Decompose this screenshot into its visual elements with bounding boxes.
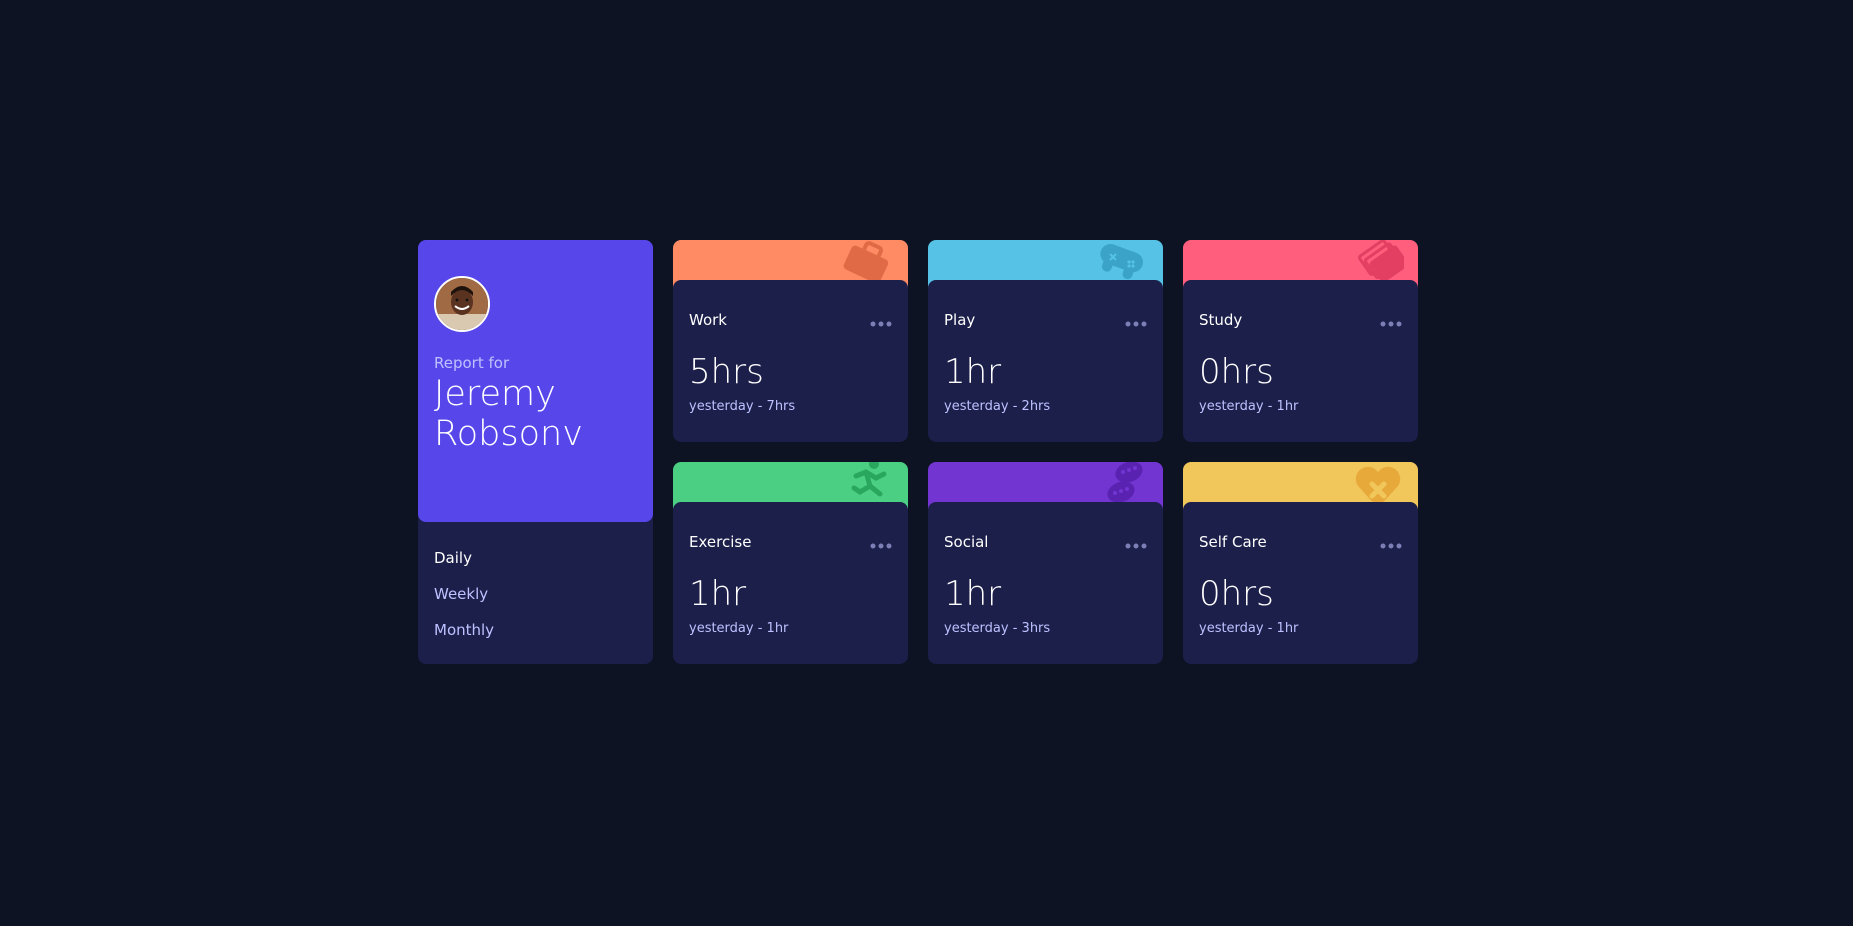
- card-body: Work 5hrs yesterday - 7hrs: [673, 280, 908, 442]
- activity-card-work: Work 5hrs yesterday - 7hrs: [673, 240, 908, 442]
- profile-header: Report for Jeremy Robsonv: [418, 240, 653, 522]
- card-body: Exercise 1hr yesterday - 1hr: [673, 502, 908, 664]
- previous-hours: yesterday - 1hr: [1199, 621, 1299, 636]
- activity-card-study: Study 0hrs yesterday - 1hr: [1183, 240, 1418, 442]
- activity-card-social: Social 1hr yesterday - 3hrs: [928, 462, 1163, 664]
- current-hours: 1hr: [944, 574, 1002, 614]
- timeframe-weekly[interactable]: Weekly: [434, 576, 494, 612]
- ellipsis-menu-icon[interactable]: [870, 312, 894, 327]
- activity-card-play: Play 1hr yesterday - 2hrs: [928, 240, 1163, 442]
- current-hours: 1hr: [944, 352, 1002, 392]
- ellipsis-menu-icon[interactable]: [870, 534, 894, 549]
- avatar: [434, 276, 490, 332]
- activity-card-self-care: Self Care 0hrs yesterday - 1hr: [1183, 462, 1418, 664]
- card-body: Play 1hr yesterday - 2hrs: [928, 280, 1163, 442]
- ellipsis-menu-icon[interactable]: [1125, 312, 1149, 327]
- activity-title: Work: [689, 311, 727, 329]
- card-body: Study 0hrs yesterday - 1hr: [1183, 280, 1418, 442]
- current-hours: 5hrs: [689, 352, 764, 392]
- activity-title: Self Care: [1199, 533, 1267, 551]
- timeframe-daily[interactable]: Daily: [434, 540, 494, 576]
- profile-card: Report for Jeremy Robsonv Daily Weekly M…: [418, 240, 653, 664]
- timeframe-selector: Daily Weekly Monthly: [434, 540, 494, 648]
- activity-card-exercise: Exercise 1hr yesterday - 1hr: [673, 462, 908, 664]
- ellipsis-menu-icon[interactable]: [1380, 534, 1404, 549]
- activity-title: Play: [944, 311, 976, 329]
- report-for-label: Report for: [434, 354, 510, 372]
- activity-title: Social: [944, 533, 989, 551]
- user-name: Jeremy Robsonv: [434, 374, 583, 454]
- card-body: Social 1hr yesterday - 3hrs: [928, 502, 1163, 664]
- previous-hours: yesterday - 3hrs: [944, 621, 1051, 636]
- previous-hours: yesterday - 1hr: [1199, 399, 1299, 414]
- current-hours: 0hrs: [1199, 574, 1274, 614]
- ellipsis-menu-icon[interactable]: [1125, 534, 1149, 549]
- activity-title: Exercise: [689, 533, 752, 551]
- timeframe-monthly[interactable]: Monthly: [434, 612, 494, 648]
- current-hours: 0hrs: [1199, 352, 1274, 392]
- time-tracking-dashboard: Report for Jeremy Robsonv Daily Weekly M…: [418, 240, 1418, 664]
- previous-hours: yesterday - 7hrs: [689, 399, 796, 414]
- card-body: Self Care 0hrs yesterday - 1hr: [1183, 502, 1418, 664]
- current-hours: 1hr: [689, 574, 747, 614]
- previous-hours: yesterday - 1hr: [689, 621, 789, 636]
- ellipsis-menu-icon[interactable]: [1380, 312, 1404, 327]
- previous-hours: yesterday - 2hrs: [944, 399, 1051, 414]
- activity-title: Study: [1199, 311, 1243, 329]
